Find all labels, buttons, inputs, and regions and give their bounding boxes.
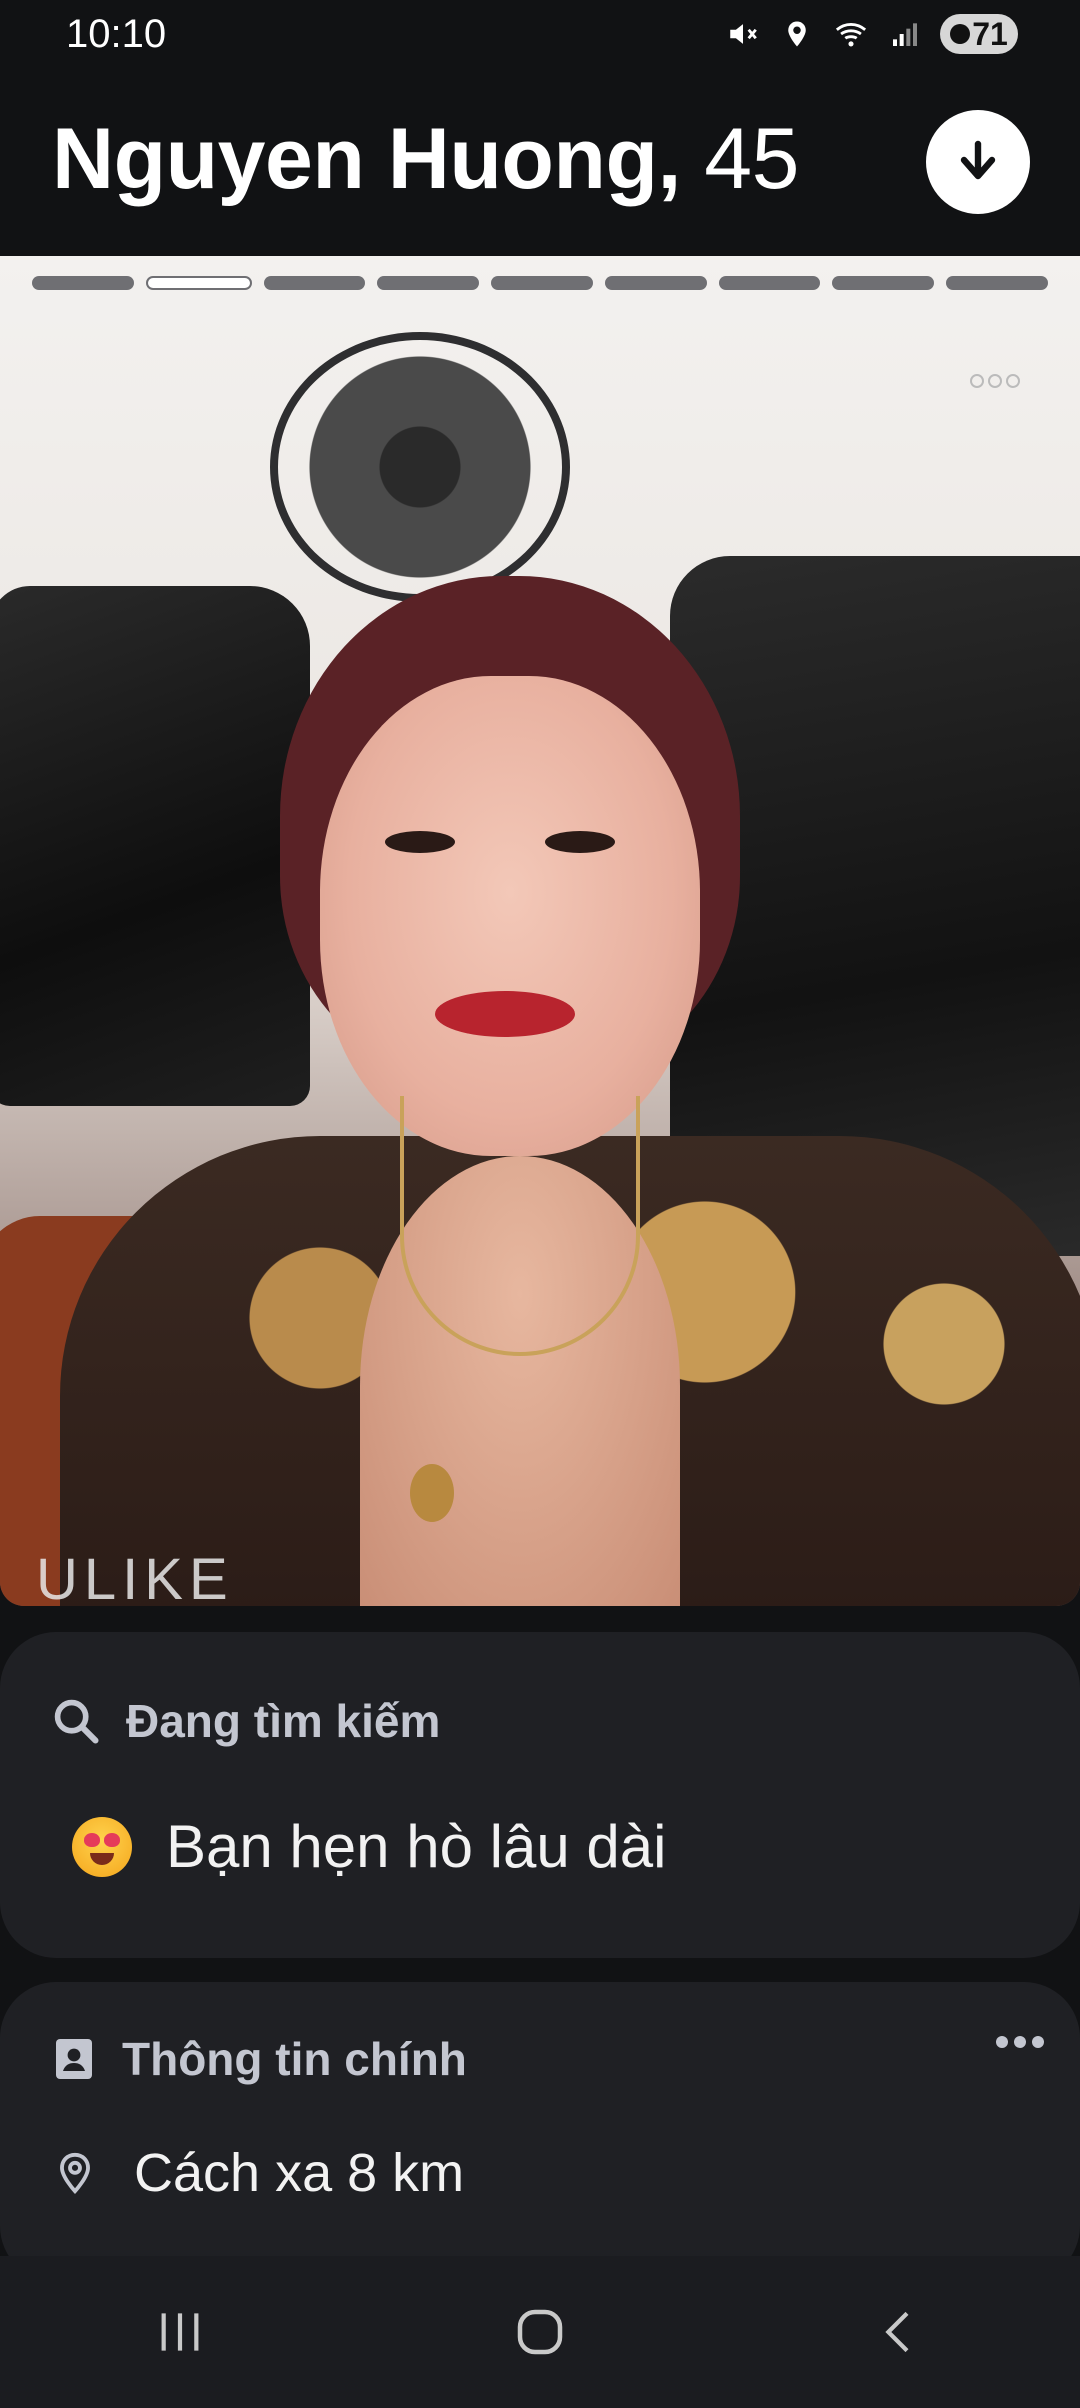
heart-eyes-emoji-icon [72,1816,132,1877]
mute-icon [724,15,762,53]
profile-age: 45 [704,111,799,207]
status-icons: 71 [724,14,1018,54]
profile-photo[interactable]: ULIKE [0,256,1080,1606]
photo-progress-segment[interactable] [718,276,821,290]
photo-progress-segment[interactable] [32,276,134,290]
back-button[interactable] [840,2282,960,2382]
battery-saver-icon [950,24,971,44]
photo-progress-segment-active[interactable] [145,276,252,290]
photo-progress-segment[interactable] [604,276,707,290]
photo-pendant [410,1464,454,1522]
basics-header: Thông tin chính [50,2032,467,2086]
recent-apps-icon [161,2313,199,2351]
photo-progress-segment[interactable] [491,276,593,290]
profile-card-icon [56,2039,92,2079]
home-icon [517,2309,563,2355]
home-button[interactable] [480,2282,600,2382]
photo-necklace [400,1096,640,1356]
looking-for-card: Đang tìm kiếm Bạn hẹn hò lâu dài [0,1632,1080,1958]
status-bar: 10:10 71 [0,0,1080,72]
profile-name: Nguyen Huong, [52,111,681,207]
photo-fan [270,332,570,602]
distance-text: Cách xa 8 km [134,2143,465,2203]
back-icon [885,2311,909,2353]
looking-for-header: Đang tìm kiếm [50,1694,440,1748]
looking-for-text: Bạn hẹn hò lâu dài [166,1813,667,1880]
photo-options-icon[interactable] [970,374,1020,388]
status-time: 10:10 [66,12,167,56]
basics-card: Thông tin chính Cách xa 8 km [0,1982,1080,2282]
photo-jacket-left [0,586,310,1106]
battery-level: 71 [972,15,1008,52]
battery-indicator: 71 [940,14,1018,54]
photo-progress-segment[interactable] [946,276,1049,290]
collapse-profile-button[interactable] [926,110,1030,214]
profile-name-age: Nguyen Huong, 45 [52,110,799,209]
profile-header: Nguyen Huong, 45 [0,72,1080,256]
distance-row: Cách xa 8 km [52,2142,464,2204]
photo-eye-left [385,831,455,853]
location-pin-icon [60,2152,90,2195]
wifi-icon [832,15,870,53]
photo-eye-right [545,831,615,853]
photo-watermark: ULIKE [36,1547,234,1606]
photo-progress-segment[interactable] [377,276,480,290]
photo-progress-segment[interactable] [832,276,935,290]
system-nav-bar [0,2256,1080,2408]
arrow-down-icon [960,140,996,180]
more-options-icon[interactable] [996,2036,1044,2048]
photo-progress-bar [32,276,1049,290]
photo-lips [435,991,575,1037]
search-icon [54,1699,99,1744]
looking-for-value: Bạn hẹn hò lâu dài [72,1812,666,1881]
recent-apps-button[interactable] [120,2282,240,2382]
location-icon [778,15,816,53]
looking-for-label: Đang tìm kiếm [126,1695,441,1747]
signal-icon [886,15,924,53]
basics-label: Thông tin chính [122,2033,467,2085]
photo-face [320,676,700,1156]
photo-progress-segment[interactable] [263,276,366,290]
